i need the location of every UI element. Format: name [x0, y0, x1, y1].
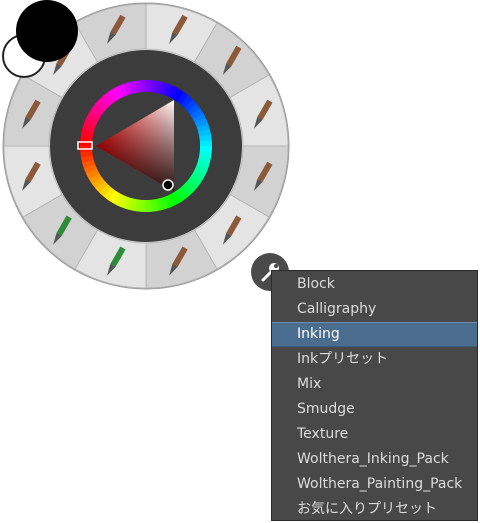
tag-menu-item[interactable]: お気に入りプリセット	[272, 497, 477, 522]
tag-menu-item[interactable]: Inking	[272, 322, 477, 347]
hue-segment[interactable]	[199, 140, 212, 147]
tag-menu-item[interactable]: Mix	[272, 372, 477, 397]
tag-menu-item[interactable]: Calligraphy	[272, 297, 477, 322]
tag-menu-item[interactable]: Inkプリセット	[272, 347, 477, 372]
tag-menu-item[interactable]: Block	[272, 272, 477, 297]
tag-menu-item[interactable]: Texture	[272, 422, 477, 447]
hue-segment[interactable]	[140, 80, 147, 93]
tag-menu-item[interactable]: Wolthera_Painting_Pack	[272, 472, 477, 497]
tag-menu: Block Calligraphy Inking Inkプリセット Mix Smudge T…	[271, 270, 478, 521]
tag-menu-item[interactable]: Smudge	[272, 397, 477, 422]
hue-segment[interactable]	[145, 199, 152, 212]
sv-indicator[interactable]	[162, 179, 174, 191]
foreground-color-swatch[interactable]	[16, 0, 78, 62]
tag-menu-item[interactable]: Wolthera_Inking_Pack	[272, 447, 477, 472]
